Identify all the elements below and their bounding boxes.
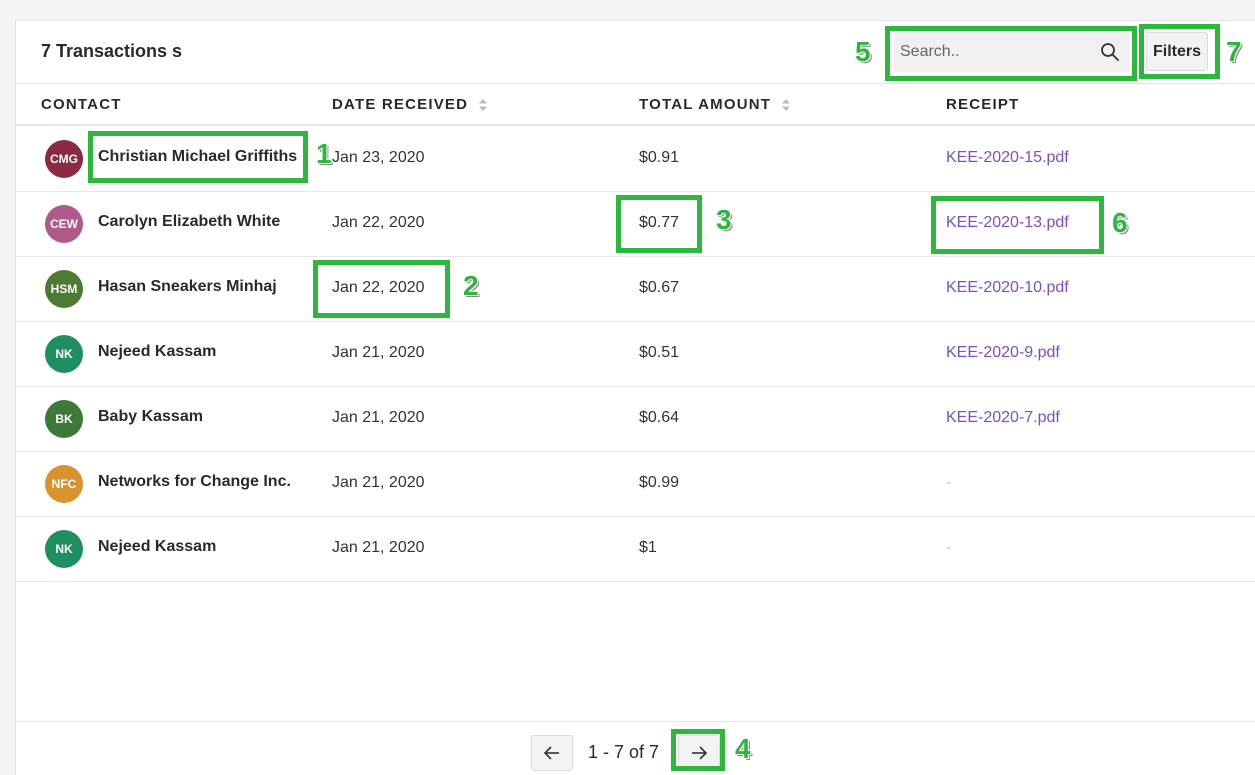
card-header: 7 Transactions s Filters [16, 21, 1255, 84]
arrow-left-icon [543, 746, 559, 760]
table-row[interactable]: CMG Christian Michael Griffiths Jan 23, … [16, 127, 1255, 192]
contact-name[interactable]: Nejeed Kassam [98, 538, 216, 556]
pagination: 1 - 7 of 7 [16, 721, 1255, 775]
date-received: Jan 21, 2020 [332, 539, 425, 556]
total-amount: $0.99 [639, 474, 680, 491]
column-header-label: DATE RECEIVED [332, 96, 469, 113]
date-received: Jan 22, 2020 [332, 214, 425, 231]
receipt-empty: - [946, 474, 952, 491]
next-page-button[interactable] [678, 735, 720, 771]
column-header-contact: CONTACT [41, 96, 122, 113]
avatar: NFC [45, 465, 83, 503]
contact-name[interactable]: Nejeed Kassam [98, 343, 216, 361]
arrow-right-icon [692, 746, 708, 760]
column-header-total-amount[interactable]: TOTAL AMOUNT [639, 96, 791, 113]
receipt-cell: KEE-2020-9.pdf [946, 344, 1060, 362]
column-header-receipt: RECEIPT [946, 96, 1019, 113]
receipt-cell: KEE-2020-13.pdf [946, 214, 1069, 232]
column-header-label: RECEIPT [946, 96, 1020, 113]
receipt-cell: KEE-2020-10.pdf [946, 279, 1069, 297]
total-amount: $0.77 [639, 214, 680, 231]
contact-name[interactable]: Carolyn Elizabeth White [98, 213, 280, 231]
date-received: Jan 21, 2020 [332, 409, 425, 426]
search-icon[interactable] [1100, 42, 1120, 62]
table-row[interactable]: NK Nejeed Kassam Jan 21, 2020 $0.51 KEE-… [16, 322, 1255, 387]
avatar: NK [45, 335, 83, 373]
table-header: CONTACT DATE RECEIVED TOTAL AMOUNT RECEI… [16, 84, 1255, 126]
table-row[interactable]: BK Baby Kassam Jan 21, 2020 $0.64 KEE-20… [16, 387, 1255, 452]
avatar: CMG [45, 140, 83, 178]
column-header-date-received[interactable]: DATE RECEIVED [332, 96, 488, 113]
sort-icon[interactable] [478, 98, 488, 112]
receipt-cell: KEE-2020-15.pdf [946, 149, 1069, 167]
table-row[interactable]: NK Nejeed Kassam Jan 21, 2020 $1 - [16, 517, 1255, 582]
page-title: 7 Transactions s [41, 41, 183, 61]
total-amount: $0.51 [639, 344, 680, 361]
column-header-label: TOTAL AMOUNT [639, 96, 772, 113]
table-row[interactable]: NFC Networks for Change Inc. Jan 21, 202… [16, 452, 1255, 517]
search-input[interactable] [894, 31, 1130, 72]
previous-page-button[interactable] [531, 735, 573, 771]
contact-name[interactable]: Hasan Sneakers Minhaj [98, 278, 277, 296]
filters-button[interactable]: Filters [1146, 32, 1208, 71]
avatar: NK [45, 530, 83, 568]
total-amount: $0.91 [639, 149, 680, 166]
contact-name[interactable]: Networks for Change Inc. [98, 473, 291, 491]
date-received: Jan 22, 2020 [332, 279, 425, 296]
avatar: CEW [45, 205, 83, 243]
total-amount: $0.64 [639, 409, 680, 426]
total-amount: $0.67 [639, 279, 680, 296]
table-row[interactable]: HSM Hasan Sneakers Minhaj Jan 22, 2020 $… [16, 257, 1255, 322]
receipt-link[interactable]: KEE-2020-9.pdf [946, 344, 1060, 361]
contact-name[interactable]: Christian Michael Griffiths [98, 148, 297, 166]
receipt-cell: KEE-2020-7.pdf [946, 409, 1060, 427]
date-received: Jan 21, 2020 [332, 474, 425, 491]
avatar: BK [45, 400, 83, 438]
table-row[interactable]: CEW Carolyn Elizabeth White Jan 22, 2020… [16, 192, 1255, 257]
contact-name[interactable]: Baby Kassam [98, 408, 203, 426]
transactions-card: 7 Transactions s Filters CONTACT DATE RE… [15, 20, 1255, 775]
total-amount: $1 [639, 539, 657, 556]
date-received: Jan 23, 2020 [332, 149, 425, 166]
date-received: Jan 21, 2020 [332, 344, 425, 361]
sort-icon[interactable] [781, 98, 791, 112]
receipt-link[interactable]: KEE-2020-13.pdf [946, 214, 1069, 231]
receipt-link[interactable]: KEE-2020-7.pdf [946, 409, 1060, 426]
receipt-empty: - [946, 539, 952, 556]
avatar: HSM [45, 270, 83, 308]
receipt-link[interactable]: KEE-2020-15.pdf [946, 149, 1069, 166]
receipt-link[interactable]: KEE-2020-10.pdf [946, 279, 1069, 296]
pagination-range: 1 - 7 of 7 [588, 742, 660, 762]
search-box[interactable] [894, 31, 1130, 72]
column-header-label: CONTACT [41, 96, 122, 113]
